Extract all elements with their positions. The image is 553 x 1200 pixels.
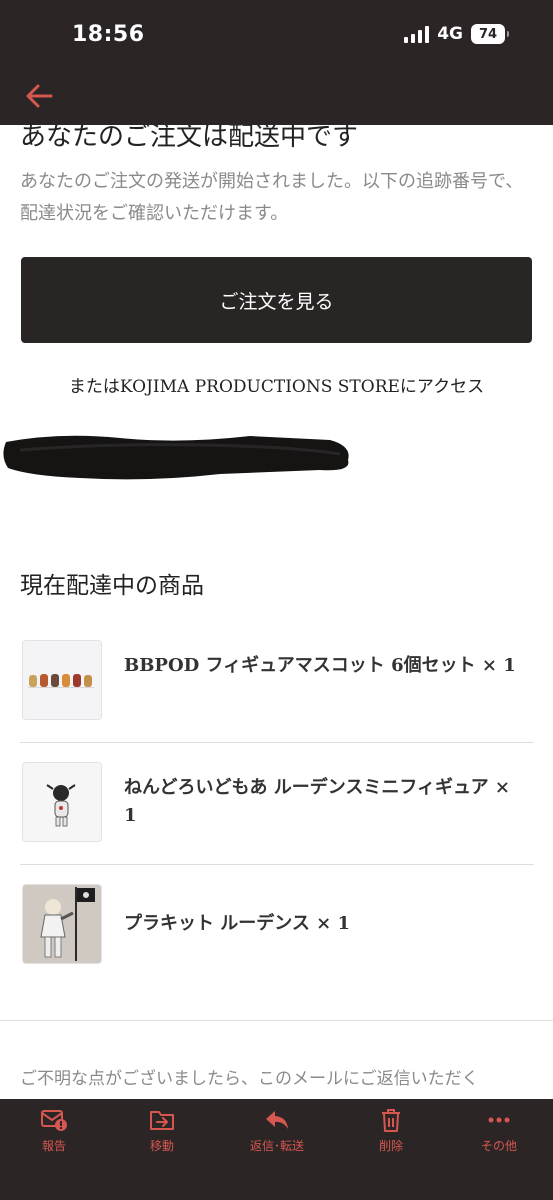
move-folder-icon [150,1111,174,1130]
top-header: 18:56 4G 74 [0,0,553,125]
back-arrow-icon[interactable] [24,82,54,110]
cellular-signal-icon [404,25,430,43]
bbpod-figures-thumbnail[interactable] [22,640,102,720]
battery-icon: 74 [471,24,509,44]
more-button[interactable]: その他 [454,1107,544,1157]
order-item: BBPOD フィギュアマスコット 6個セット × 1 [20,620,534,743]
ludens-mini-figure-thumbnail[interactable] [22,762,102,842]
status-indicators: 4G 74 [404,24,509,44]
move-button[interactable]: 移動 [117,1107,207,1157]
move-label: 移動 [149,1139,174,1153]
store-prefix-text: または [68,377,120,397]
reply-forward-button[interactable]: 返信･転送 [232,1107,322,1157]
store-suffix-text: にアクセス [399,377,485,397]
reply-forward-label: 返信･転送 [249,1139,304,1153]
delete-button[interactable]: 削除 [346,1107,436,1157]
shipping-items-title: 現在配達中の商品 [20,573,204,599]
network-type: 4G [437,24,463,44]
trash-icon [382,1109,400,1132]
item-name[interactable]: プラキット ルーデンス × 1 [124,910,524,938]
report-label: 報告 [41,1139,66,1153]
status-time: 18:56 [72,22,145,47]
view-order-button[interactable]: ご注文を見る [21,257,532,343]
order-item: プラキット ルーデンス × 1 [20,864,534,986]
mail-toolbar: 報告 移動 返信･転送 削除 その他 [0,1099,553,1200]
report-mail-icon [41,1110,67,1131]
item-name[interactable]: ねんどろいどもあ ルーデンスミニフィギュア × 1 [124,774,524,830]
more-label: その他 [480,1139,517,1153]
store-access-line: またはKOJIMA PRODUCTIONS STOREにアクセス [0,372,553,397]
delete-label: 削除 [378,1139,403,1153]
footer-help-text: ご不明な点がございましたら、このメールにご返信いただく [20,1069,479,1089]
email-intro-text: あなたのご注文の発送が開始されました。以下の追跡番号で、配達状況をご確認いただけ… [20,171,524,224]
item-name[interactable]: BBPOD フィギュアマスコット 6個セット × 1 [124,652,524,680]
more-dots-icon [488,1117,510,1123]
store-link[interactable]: KOJIMA PRODUCTIONS STORE [120,377,400,397]
report-button[interactable]: 報告 [9,1107,99,1157]
reply-arrow-icon [266,1111,288,1129]
redacted-tracking-number [3,435,349,480]
order-item: ねんどろいどもあ ルーデンスミニフィギュア × 1 [20,742,534,865]
ludens-plastic-kit-thumbnail[interactable] [22,884,102,964]
section-divider [0,1020,553,1021]
